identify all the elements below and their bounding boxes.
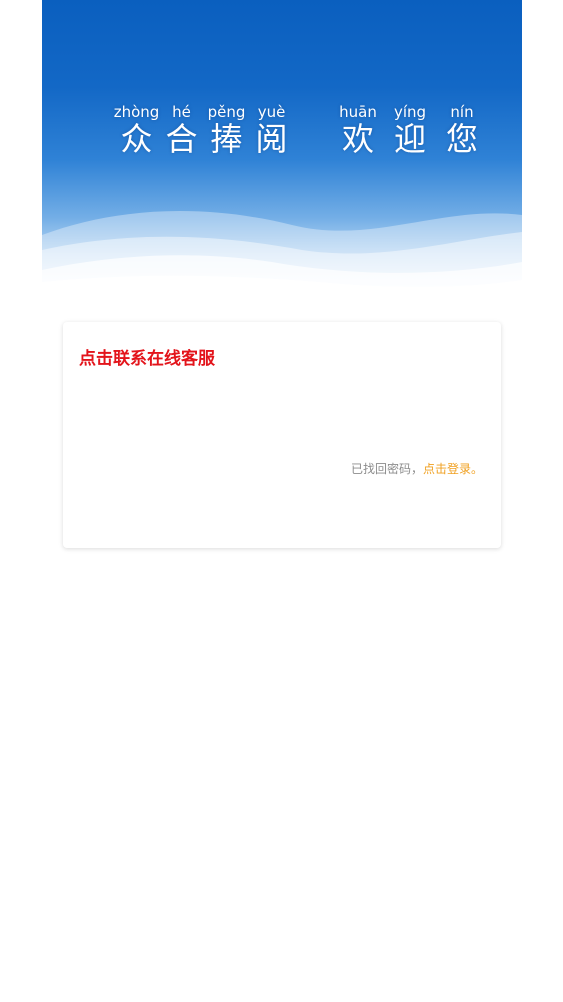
pinyin: nín <box>450 103 474 121</box>
hanzi: 阅 <box>255 120 288 158</box>
welcome-banner: zhòng 众 hé 合 pěng 捧 yuè 阅 huān 欢 yíng 迎 … <box>42 0 522 290</box>
pinyin: huān <box>339 103 377 121</box>
login-prompt: 已找回密码，点击登录。 <box>351 460 483 477</box>
page: zhòng 众 hé 合 pěng 捧 yuè 阅 huān 欢 yíng 迎 … <box>0 0 563 1002</box>
slogan-char: pěng 捧 <box>204 102 249 156</box>
pinyin: yíng <box>393 103 427 121</box>
login-link[interactable]: 点击登录。 <box>423 462 483 476</box>
hanzi: 众 <box>120 120 153 158</box>
hanzi: 您 <box>445 120 478 158</box>
pinyin: zhòng <box>113 103 160 121</box>
hanzi: 迎 <box>393 120 426 158</box>
hanzi: 欢 <box>341 120 374 158</box>
slogan-char: zhòng 众 <box>113 102 160 158</box>
slogan-huanying-nin: huān 欢 yíng 迎 nín 您 <box>332 102 488 156</box>
slogan-char: yíng 迎 <box>384 102 436 156</box>
pinyin: hé <box>172 103 191 121</box>
contact-online-support-link[interactable]: 点击联系在线客服 <box>79 344 215 369</box>
pinyin: yuè <box>257 103 286 121</box>
hanzi: 合 <box>165 120 198 158</box>
slogan-char: huān 欢 <box>332 102 384 156</box>
password-recovered-text: 已找回密码， <box>350 462 423 476</box>
slogan-zhonghe-pengyue: zhòng 众 hé 合 pěng 捧 yuè 阅 <box>114 102 294 156</box>
slogan-char: yuè 阅 <box>249 102 294 156</box>
hanzi: 捧 <box>210 120 243 158</box>
pinyin: pěng <box>207 103 246 121</box>
slogan-char: hé 合 <box>159 102 204 156</box>
password-recovered-card: 点击联系在线客服 已找回密码，点击登录。 <box>63 322 501 548</box>
slogan-char: nín 您 <box>436 102 488 156</box>
